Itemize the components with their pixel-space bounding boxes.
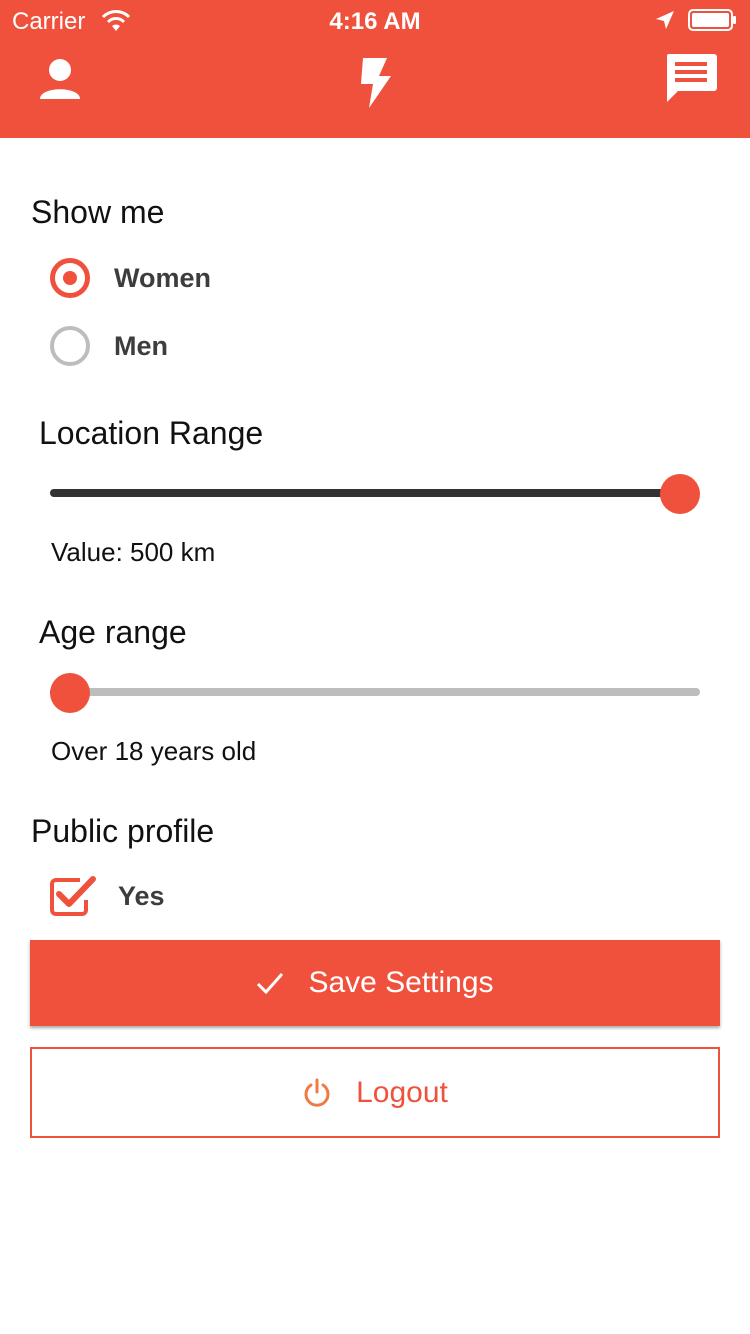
slider-track[interactable] <box>50 688 700 696</box>
age-range-value: Over 18 years old <box>51 736 257 766</box>
show-me-title: Show me <box>31 194 165 230</box>
profile-icon[interactable] <box>38 58 82 100</box>
radio-checked-icon[interactable] <box>50 258 90 298</box>
slider-thumb[interactable] <box>50 673 90 713</box>
location-range-title: Location Range <box>39 415 264 451</box>
check-icon <box>257 973 284 994</box>
age-range-slider[interactable] <box>50 673 700 713</box>
logout-button[interactable]: Logout <box>30 1047 720 1138</box>
public-profile-title: Public profile <box>31 813 215 849</box>
location-arrow-icon <box>656 11 674 29</box>
public-profile-yes-label: Yes <box>118 880 165 911</box>
age-range-title: Age range <box>39 614 187 650</box>
option-label-women: Women <box>114 262 212 293</box>
public-profile-checkbox[interactable]: Yes <box>50 874 165 918</box>
status-time: 4:16 AM <box>329 8 421 35</box>
slider-fill <box>50 489 680 497</box>
save-settings-button[interactable]: Save Settings <box>30 940 720 1026</box>
logout-label: Logout <box>356 1075 448 1109</box>
save-settings-label: Save Settings <box>308 966 494 999</box>
location-range-slider[interactable] <box>50 474 700 514</box>
power-icon <box>304 1078 330 1107</box>
app-header: Carrier 4:16 AM <box>0 0 750 138</box>
option-label-men: Men <box>114 330 168 361</box>
radio-unchecked-icon[interactable] <box>50 326 90 366</box>
status-bar: Carrier 4:16 AM <box>0 0 750 40</box>
radio-option-men[interactable]: Men <box>50 326 168 366</box>
bolt-icon[interactable] <box>357 56 393 110</box>
slider-thumb[interactable] <box>660 474 700 514</box>
checkbox-checked-icon[interactable] <box>50 876 96 916</box>
chat-icon[interactable] <box>664 52 718 104</box>
location-range-value: Value: 500 km <box>51 537 216 567</box>
battery-icon <box>688 9 736 31</box>
radio-option-women[interactable]: Women <box>50 258 211 298</box>
